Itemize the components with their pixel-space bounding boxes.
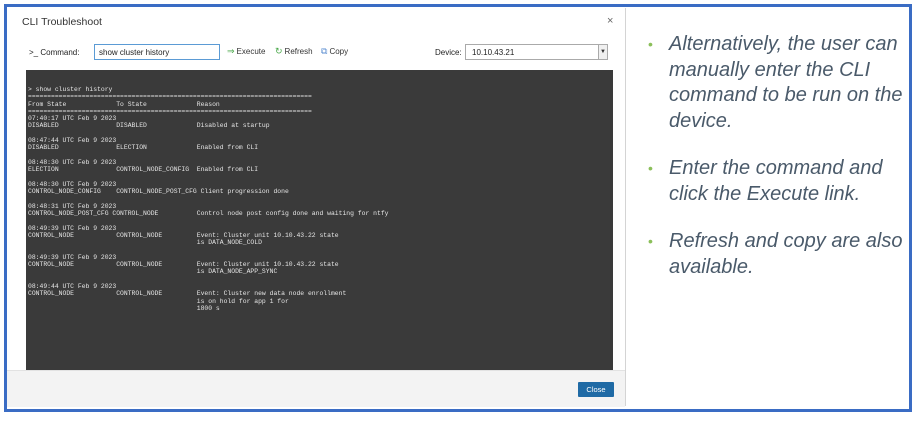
refresh-label: Refresh [284, 47, 313, 56]
device-select[interactable] [465, 44, 599, 60]
close-button[interactable]: Close [578, 382, 614, 397]
close-icon[interactable]: × [607, 15, 613, 27]
execute-button[interactable]: ⇒ Execute [227, 46, 266, 57]
command-label: >_ Command: [29, 48, 80, 57]
dialog-title: CLI Troubleshoot [22, 16, 102, 28]
note-text: Enter the command and click the Execute … [669, 157, 883, 205]
chevron-down-icon[interactable]: ▼ [599, 44, 608, 60]
terminal-text: > show cluster history =================… [28, 86, 389, 312]
bullet-icon: • [648, 160, 653, 176]
note-text: Refresh and copy are also available. [669, 230, 903, 278]
command-toolbar: >_ Command: ⇒ Execute ↻ Refresh ⧉ Copy D… [19, 44, 619, 62]
execute-label: Execute [236, 47, 266, 56]
dialog-title-bar: CLI Troubleshoot × [7, 8, 625, 32]
note-item: • Refresh and copy are also available. [645, 229, 905, 280]
cli-troubleshoot-dialog: CLI Troubleshoot × >_ Command: ⇒ Execute… [7, 8, 626, 407]
slide-notes: • Alternatively, the user can manually e… [645, 32, 905, 302]
device-label: Device: [435, 48, 462, 57]
refresh-icon: ↻ [275, 46, 283, 56]
note-text: Alternatively, the user can manually ent… [669, 33, 903, 132]
command-input[interactable] [94, 44, 220, 60]
terminal-output[interactable]: > show cluster history =================… [26, 70, 613, 370]
note-item: • Enter the command and click the Execut… [645, 156, 905, 207]
note-item: • Alternatively, the user can manually e… [645, 32, 905, 134]
refresh-button[interactable]: ↻ Refresh [275, 46, 313, 57]
copy-button[interactable]: ⧉ Copy [321, 46, 349, 57]
bullet-icon: • [648, 36, 653, 52]
copy-label: Copy [329, 47, 349, 56]
dialog-footer: Close [7, 370, 625, 407]
bullet-icon: • [648, 233, 653, 249]
copy-icon: ⧉ [321, 46, 328, 56]
arrow-right-icon: ⇒ [227, 46, 235, 56]
